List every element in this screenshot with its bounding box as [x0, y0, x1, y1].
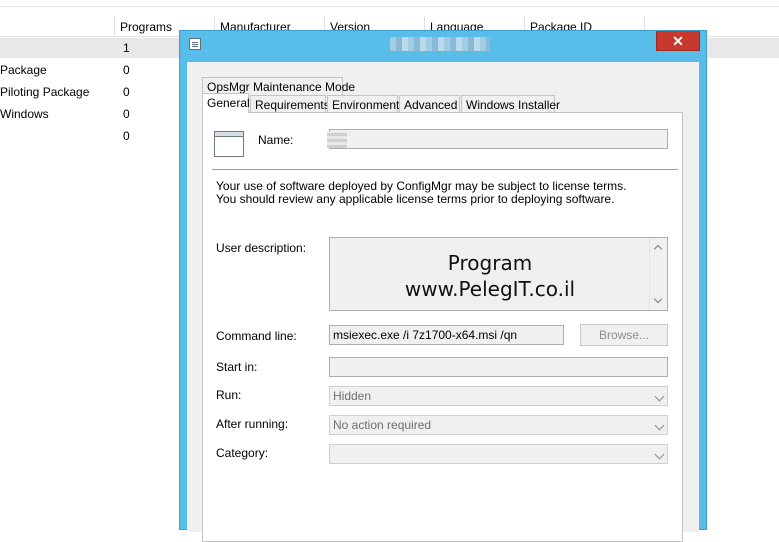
start-in-input[interactable]	[329, 357, 668, 377]
scroll-down-icon[interactable]	[653, 294, 663, 304]
user-description-line-1: Program	[447, 251, 533, 275]
table-cell-name[interactable]: Piloting Package	[0, 85, 89, 99]
chevron-down-icon	[654, 449, 665, 460]
program-icon	[214, 131, 244, 157]
run-select[interactable]: Hidden	[329, 386, 668, 406]
dialog-client-area: OpsMgr Maintenance Mode General Requirem…	[187, 62, 699, 542]
user-description-textarea[interactable]: Program www.PelegIT.co.il	[329, 237, 668, 311]
name-redacted-value	[327, 132, 347, 148]
scroll-up-icon[interactable]	[653, 244, 663, 254]
category-select[interactable]	[329, 444, 668, 464]
license-notice-text: Your use of software deployed by ConfigM…	[216, 179, 627, 206]
description-scrollbar[interactable]	[649, 238, 667, 310]
dialog-titlebar[interactable]: ✕	[180, 31, 706, 54]
header-separator	[212, 169, 678, 170]
table-cell-programs: 0	[123, 85, 130, 99]
start-in-label: Start in:	[216, 360, 258, 374]
after-running-select[interactable]: No action required	[329, 415, 668, 435]
chevron-down-icon	[654, 391, 665, 402]
tab-requirements[interactable]: Requirements	[250, 95, 330, 113]
run-label: Run:	[216, 388, 242, 402]
table-cell-name[interactable]: Windows	[0, 107, 49, 121]
tab-environment[interactable]: Environment	[327, 95, 399, 113]
user-description-label: User description:	[216, 241, 307, 255]
list-top-divider	[0, 6, 779, 7]
name-field[interactable]	[329, 129, 668, 149]
tab-advanced[interactable]: Advanced	[399, 95, 460, 113]
run-select-value: Hidden	[333, 389, 372, 403]
dialog-title-redacted	[390, 37, 490, 51]
category-label: Category:	[216, 446, 269, 460]
general-tab-panel: Name: Your use of software deployed by C…	[202, 112, 683, 542]
command-line-label: Command line:	[216, 329, 297, 343]
table-cell-programs: 1	[123, 41, 130, 55]
chevron-down-icon	[654, 420, 665, 431]
table-cell-programs: 0	[123, 129, 130, 143]
command-line-input[interactable]: msiexec.exe /i 7z1700-x64.msi /qn	[329, 325, 564, 345]
window-icon	[189, 38, 201, 50]
tab-windows-installer[interactable]: Windows Installer	[461, 95, 560, 113]
close-button[interactable]: ✕	[656, 31, 700, 51]
program-properties-dialog: ✕ OpsMgr Maintenance Mode General Requir…	[179, 30, 707, 542]
table-cell-programs: 0	[123, 63, 130, 77]
table-cell-name[interactable]: Package	[0, 63, 47, 77]
table-cell-programs: 0	[123, 107, 130, 121]
browse-button[interactable]: Browse...	[580, 324, 668, 346]
name-label: Name:	[258, 133, 294, 147]
after-running-select-value: No action required	[333, 418, 432, 432]
user-description-line-2: www.PelegIT.co.il	[404, 277, 576, 301]
tab-general[interactable]: General	[202, 93, 250, 113]
after-running-label: After running:	[216, 417, 289, 431]
